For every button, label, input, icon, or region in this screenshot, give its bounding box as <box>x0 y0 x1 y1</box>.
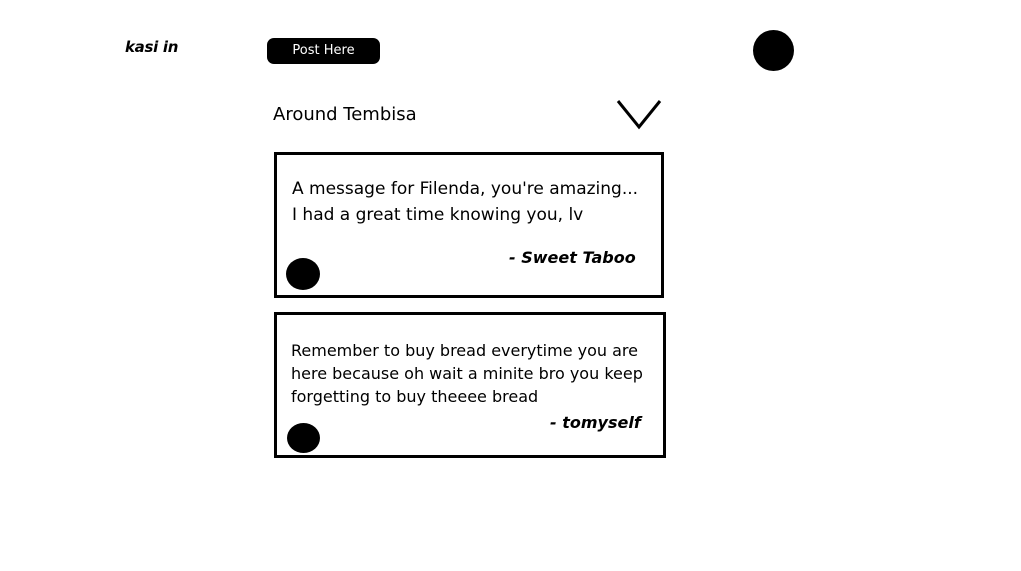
post-card[interactable]: A message for Filenda, you're amazing...… <box>274 152 664 298</box>
post-here-button[interactable]: Post Here <box>267 38 380 64</box>
post-message: A message for Filenda, you're amazing...… <box>292 179 639 225</box>
app-logo: kasi in <box>125 38 179 56</box>
post-avatar[interactable] <box>287 423 320 453</box>
post-author: - tomyself <box>550 413 641 432</box>
chevron-down-icon[interactable] <box>616 98 662 132</box>
post-author: - Sweet Taboo <box>509 248 636 267</box>
post-card[interactable]: Remember to buy bread everytime you are … <box>274 312 666 458</box>
post-avatar[interactable] <box>286 258 320 290</box>
location-title: Around Tembisa <box>273 104 417 125</box>
profile-avatar[interactable] <box>753 30 794 71</box>
post-message: Remember to buy bread everytime you are … <box>291 341 643 406</box>
